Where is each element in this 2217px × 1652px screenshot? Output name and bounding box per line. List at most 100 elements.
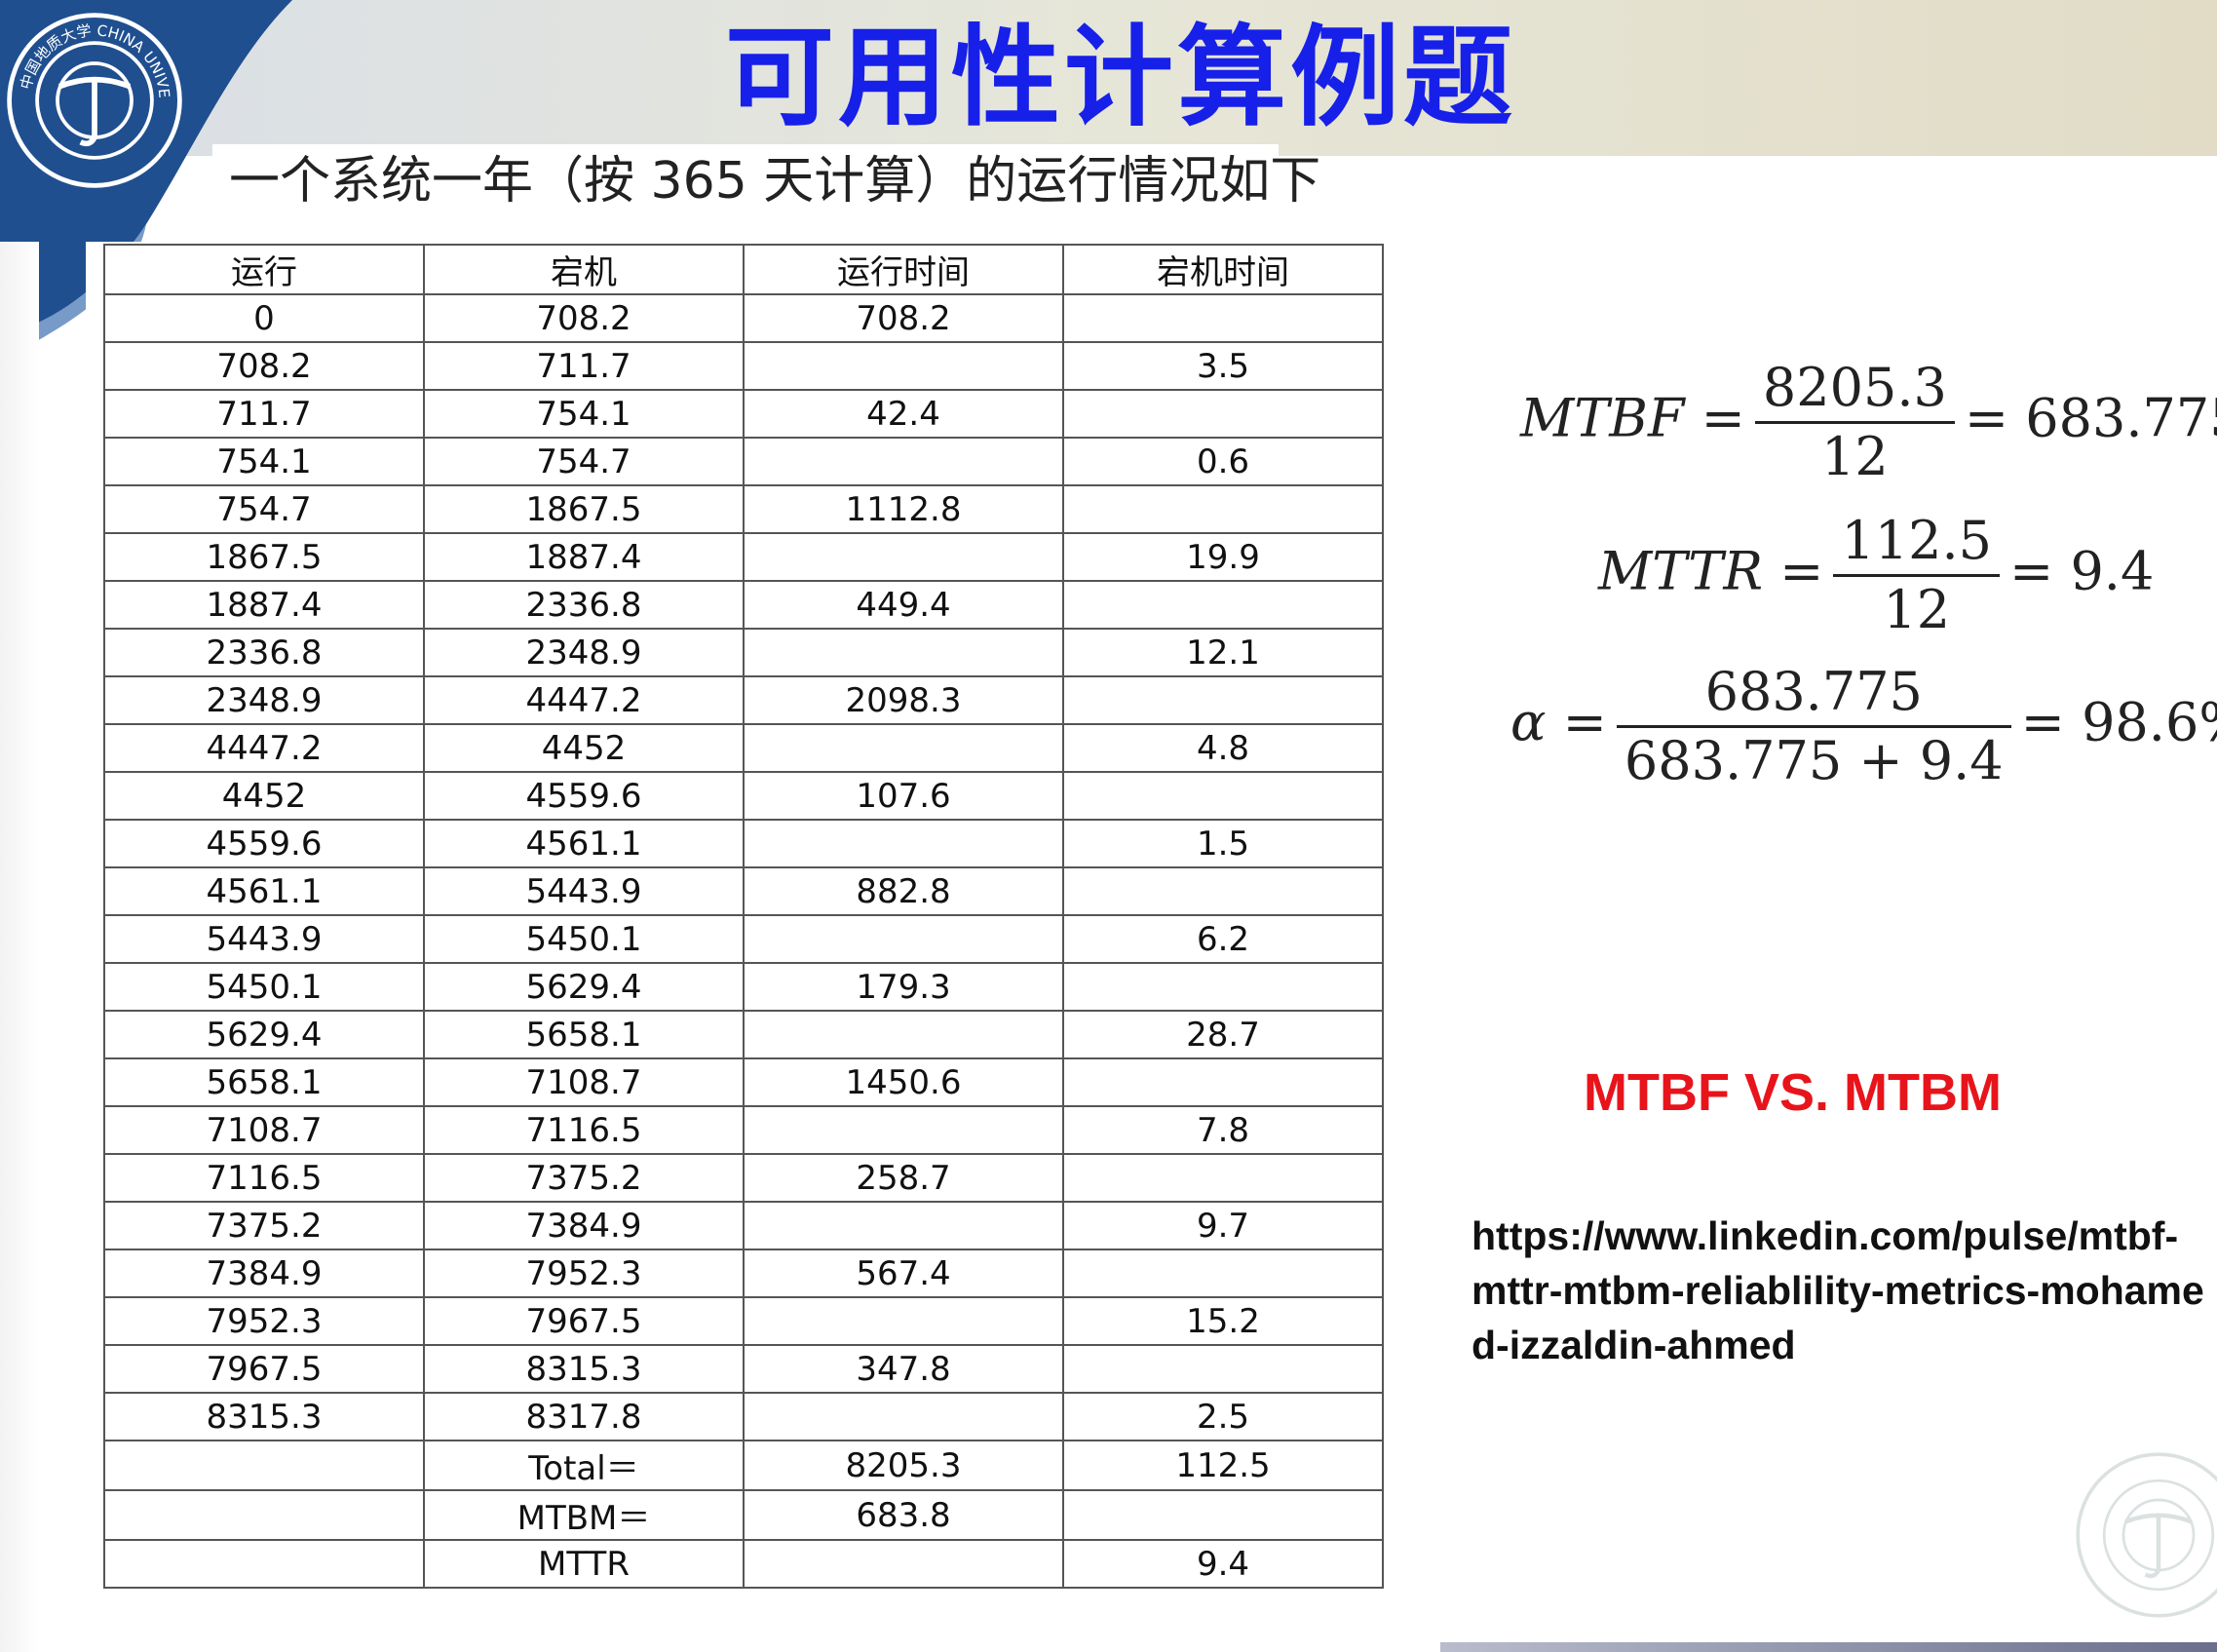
- table-cell: [1062, 866, 1384, 916]
- table-cell: 2348.9: [103, 675, 425, 725]
- table-cell: 4452: [423, 723, 745, 773]
- table-cell: [743, 341, 1064, 391]
- table-row: 754.1 754.7 0.6: [103, 437, 1384, 486]
- table-cell: 7967.5: [103, 1344, 425, 1394]
- table-cell: 0: [103, 293, 425, 343]
- availability-data-table: 运行 宕机 运行时间 宕机时间 0 708.2 708.2 708.2 711.7 3.5…: [103, 244, 1384, 1589]
- table-cell: 0.6: [1062, 437, 1384, 486]
- table-row: 7384.9 7952.3 567.4: [103, 1249, 1384, 1298]
- table-cell: 7375.2: [423, 1153, 745, 1203]
- table-cell: 4452: [103, 771, 425, 821]
- table-cell: 1450.6: [743, 1057, 1064, 1107]
- table-cell: 258.7: [743, 1153, 1064, 1203]
- table-cell: MTBM＝: [423, 1489, 745, 1541]
- table-cell: [1062, 1489, 1384, 1541]
- table-cell: [1062, 1153, 1384, 1203]
- table-cell: 711.7: [103, 389, 425, 439]
- table-row: 5443.9 5450.1 6.2: [103, 914, 1384, 964]
- mttr-equals: =: [1779, 540, 1824, 602]
- table-cell: 112.5: [1062, 1440, 1384, 1491]
- reference-link[interactable]: https://www.linkedin.com/pulse/mtbf-mttr…: [1472, 1209, 2212, 1372]
- table-cell: 708.2: [743, 293, 1064, 343]
- table-cell: 708.2: [103, 341, 425, 391]
- table-cell: [743, 1539, 1064, 1589]
- table-cell: [743, 1201, 1064, 1250]
- mtbf-equals-2: =: [1964, 387, 2009, 449]
- table-cell: 1887.4: [103, 580, 425, 630]
- table-cell: 2336.8: [103, 628, 425, 677]
- table-cell: 8205.3: [743, 1440, 1064, 1491]
- table-cell: 1867.5: [423, 484, 745, 534]
- table-cell: [743, 1296, 1064, 1346]
- table-cell: 7116.5: [423, 1105, 745, 1155]
- mttr-denominator: 12: [1883, 579, 1951, 640]
- table-cell: 179.3: [743, 962, 1064, 1012]
- mttr-fraction: 112.5 12: [1833, 512, 2001, 640]
- table-cell: [743, 914, 1064, 964]
- table-cell: 8315.3: [103, 1392, 425, 1441]
- table-row: 1867.5 1887.4 19.9: [103, 532, 1384, 582]
- table-cell: 19.9: [1062, 532, 1384, 582]
- table-cell: 1887.4: [423, 532, 745, 582]
- table-row: 0 708.2 708.2: [103, 293, 1384, 343]
- table-cell: 2098.3: [743, 675, 1064, 725]
- table-cell: [1062, 389, 1384, 439]
- table-cell: 449.4: [743, 580, 1064, 630]
- table-cell: [1062, 771, 1384, 821]
- table-row: 7952.3 7967.5 15.2: [103, 1296, 1384, 1346]
- alpha-numerator: 683.775: [1616, 663, 2011, 728]
- alpha-lhs: α: [1510, 691, 1547, 753]
- table-cell: [743, 723, 1064, 773]
- table-cell: 5443.9: [423, 866, 745, 916]
- table-cell: 9.7: [1062, 1201, 1384, 1250]
- table-cell: [743, 819, 1064, 868]
- table-cell: 4447.2: [423, 675, 745, 725]
- table-row: 4452 4559.6 107.6: [103, 771, 1384, 821]
- mtbf-fraction: 8205.3 12: [1754, 359, 1955, 486]
- header-cell: 宕机: [423, 244, 745, 295]
- table-cell: 4447.2: [103, 723, 425, 773]
- table-cell: 7108.7: [103, 1105, 425, 1155]
- table-row: 2336.8 2348.9 12.1: [103, 628, 1384, 677]
- header-cell: 运行时间: [743, 244, 1064, 295]
- table-cell: [743, 1392, 1064, 1441]
- table-cell: 754.1: [103, 437, 425, 486]
- header-cell: 运行: [103, 244, 425, 295]
- mttr-formula: MTTR = 112.5 12 = 9.4: [1598, 512, 2154, 639]
- svg-text:中国地质大学 CHINA UNIVERSITY OF GEO: 中国地质大学 CHINA UNIVERSITY OF GEOSCIENCES: [2, 8, 173, 98]
- university-watermark-icon: [2076, 1452, 2217, 1618]
- table-body: 0 708.2 708.2 708.2 711.7 3.5 711.7 754.1 42.4 75…: [103, 293, 1384, 1589]
- table-row: 4559.6 4561.1 1.5: [103, 819, 1384, 868]
- table-row: 711.7 754.1 42.4: [103, 389, 1384, 439]
- table-cell: 9.4: [1062, 1539, 1384, 1589]
- table-cell: 2.5: [1062, 1392, 1384, 1441]
- table-row: MTTR 9.4: [103, 1539, 1384, 1589]
- bottom-rule: [1440, 1642, 2217, 1652]
- table-cell: [1062, 675, 1384, 725]
- table-cell: 6.2: [1062, 914, 1384, 964]
- header-cell: 宕机时间: [1062, 244, 1384, 295]
- table-cell: 42.4: [743, 389, 1064, 439]
- table-row: 5658.1 7108.7 1450.6: [103, 1057, 1384, 1107]
- table-cell: 1.5: [1062, 819, 1384, 868]
- table-cell: 7952.3: [103, 1296, 425, 1346]
- table-cell: 7384.9: [103, 1249, 425, 1298]
- table-row: 7967.5 8315.3 347.8: [103, 1344, 1384, 1394]
- table-row: 7375.2 7384.9 9.7: [103, 1201, 1384, 1250]
- table-row: 4561.1 5443.9 882.8: [103, 866, 1384, 916]
- table-header-row: 运行 宕机 运行时间 宕机时间: [103, 244, 1384, 295]
- table-cell: [1062, 1344, 1384, 1394]
- table-cell: 5450.1: [103, 962, 425, 1012]
- table-row: 7116.5 7375.2 258.7: [103, 1153, 1384, 1203]
- table-cell: 7375.2: [103, 1201, 425, 1250]
- alpha-result: 98.6%: [2082, 691, 2217, 753]
- mttr-lhs: MTTR: [1598, 540, 1763, 602]
- table-cell: 754.1: [423, 389, 745, 439]
- table-cell: 5658.1: [423, 1010, 745, 1059]
- table-row: 5629.4 5658.1 28.7: [103, 1010, 1384, 1059]
- table-cell: 5443.9: [103, 914, 425, 964]
- table-cell: [1062, 293, 1384, 343]
- availability-formula: α =683.775683.775 + 9.4= 98.6%: [1510, 663, 2217, 790]
- table-cell: 7384.9: [423, 1201, 745, 1250]
- slide-title: 可用性计算例题: [725, 15, 1516, 141]
